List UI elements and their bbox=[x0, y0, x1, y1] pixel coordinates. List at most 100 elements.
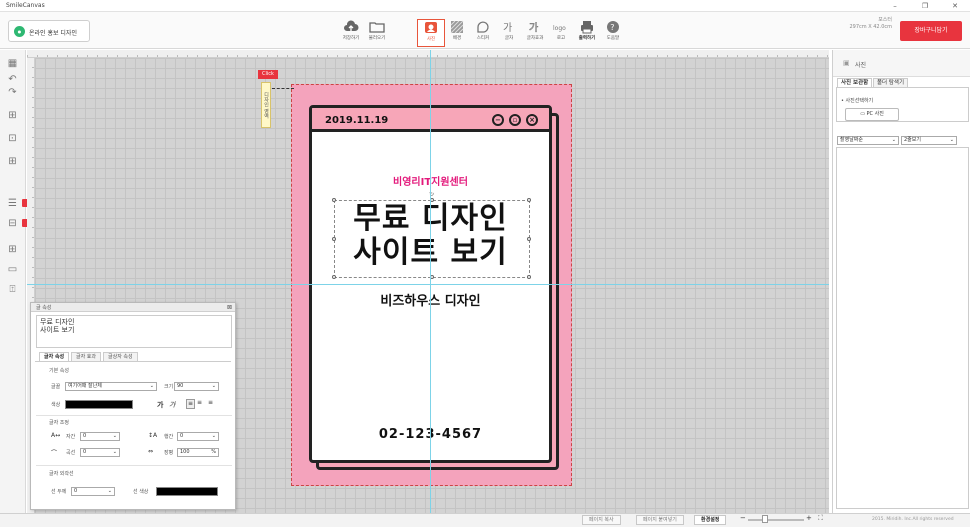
ratio-value: 100 bbox=[180, 449, 190, 455]
guide-line-horizontal[interactable] bbox=[27, 284, 829, 285]
photo-label: 사진 bbox=[426, 37, 436, 42]
help-icon: ? bbox=[607, 21, 619, 33]
tool-photo[interactable]: 사진 bbox=[417, 19, 445, 47]
line-height-stepper[interactable]: 0 ⌄ bbox=[177, 432, 219, 441]
text-color-swatch[interactable] bbox=[65, 400, 133, 409]
zoom-in-button[interactable]: + bbox=[806, 514, 812, 522]
section-outline: 글자 외곽선 bbox=[49, 471, 74, 477]
sticker-icon bbox=[477, 21, 489, 33]
redo-icon[interactable]: ↷ bbox=[5, 87, 20, 99]
resize-handle[interactable] bbox=[527, 237, 531, 241]
choose-photo-label: • 사진선택하기 bbox=[841, 98, 874, 104]
letter-spacing-icon: A↔ bbox=[51, 432, 61, 439]
italic-button[interactable]: 가 bbox=[169, 400, 175, 410]
size-select[interactable]: 90 ⌄ bbox=[174, 382, 219, 391]
zoom-out-button[interactable]: − bbox=[740, 514, 746, 522]
pc-photo-button[interactable]: ▭ PC 사진 bbox=[845, 108, 899, 121]
add-to-cart-button[interactable]: 장바구니담기 bbox=[900, 21, 962, 41]
tool-background[interactable]: 배경 bbox=[443, 19, 471, 47]
right-panel: ▣ 사진 사진 보관함 폴더 탐색기 • 사진선택하기 ▭ PC 사진 촬영날짜… bbox=[832, 50, 970, 513]
minimize-icon[interactable]: – bbox=[880, 0, 910, 12]
resize-handle[interactable] bbox=[527, 275, 531, 279]
pc-photo-label: PC 사진 bbox=[866, 111, 884, 117]
arrange-icon[interactable]: ⊟ bbox=[5, 218, 20, 230]
zoom-slider-track[interactable] bbox=[748, 519, 804, 521]
text-effect-label: 글자효과 bbox=[526, 36, 544, 41]
tool-text-effect[interactable]: 가 글자효과 bbox=[521, 19, 549, 47]
upload-icon[interactable]: ⍐ bbox=[5, 284, 20, 296]
spacing-stepper[interactable]: 0 ⌄ bbox=[80, 432, 120, 441]
paste-page-button[interactable]: 페이지 붙여넣기 bbox=[636, 515, 684, 525]
font-select[interactable]: 여기어때 잘난체 ⌄ bbox=[65, 382, 157, 391]
right-panel-header: ▣ 사진 bbox=[833, 50, 970, 77]
tab-divider bbox=[35, 361, 231, 362]
ruler-horizontal[interactable] bbox=[27, 50, 829, 58]
resize-handle[interactable] bbox=[527, 198, 531, 202]
folder-icon bbox=[369, 22, 385, 33]
selection-box[interactable]: ↻ bbox=[332, 191, 531, 279]
copy-page-button[interactable]: 페이지 복사 bbox=[582, 515, 621, 525]
sort-select[interactable]: 촬영날짜순 ⌄ bbox=[837, 136, 899, 145]
pointer-dash-line bbox=[272, 88, 294, 89]
divider bbox=[36, 465, 232, 466]
close-icon[interactable]: ✕ bbox=[940, 0, 970, 12]
align-left-icon[interactable]: ≡ bbox=[186, 399, 195, 409]
align-icon[interactable]: ☰ bbox=[5, 198, 20, 210]
open-button[interactable]: 불러오기 bbox=[363, 19, 391, 47]
font-label: 글꼴 bbox=[51, 384, 61, 390]
sort-value: 촬영날짜순 bbox=[840, 137, 864, 143]
copyright-text: 2015. Miridih. Inc.All rights reserved bbox=[872, 517, 954, 522]
poster-date[interactable]: 2019.11.19 bbox=[325, 115, 388, 126]
outline-width-value: 0 bbox=[74, 488, 78, 494]
help-button[interactable]: ? 도움말 bbox=[599, 19, 627, 47]
spacing-value: 0 bbox=[83, 433, 87, 439]
guide-line-vertical[interactable] bbox=[430, 50, 431, 513]
add-page-icon[interactable]: ⊞ bbox=[5, 110, 20, 122]
undo-icon[interactable]: ↶ bbox=[5, 74, 20, 86]
outline-width-stepper[interactable]: 0 ⌄ bbox=[71, 487, 115, 496]
product-size: 297cm X 42.0cm bbox=[849, 24, 892, 30]
svg-text:가: 가 bbox=[503, 22, 512, 34]
photo-icon: ▣ bbox=[843, 59, 850, 67]
click-tag[interactable]: Click bbox=[258, 70, 278, 79]
panel-title: 글 속성 bbox=[36, 305, 52, 311]
bold-button[interactable]: 가 bbox=[157, 400, 163, 410]
design-category-button[interactable]: ● 온라인 홍보 디자인 bbox=[8, 20, 90, 42]
resize-handle[interactable] bbox=[332, 275, 336, 279]
view-select[interactable]: 2줄보기 ⌄ bbox=[901, 136, 957, 145]
fit-screen-icon[interactable]: ⛶ bbox=[818, 514, 823, 523]
spacing-label: 자간 bbox=[66, 434, 76, 440]
layer-icon[interactable]: ▭ bbox=[5, 264, 20, 276]
layout-icon[interactable]: ⊞ bbox=[5, 244, 20, 256]
tool-text[interactable]: 가 글자 bbox=[495, 19, 523, 47]
save-label: 저장하기 bbox=[342, 36, 360, 41]
chevron-down-icon: ⌄ bbox=[112, 449, 117, 455]
settings-button[interactable]: 환경설정 bbox=[694, 515, 727, 525]
open-label: 불러오기 bbox=[368, 36, 386, 41]
resize-handle[interactable] bbox=[332, 237, 336, 241]
grid-toggle-icon[interactable]: ▦ bbox=[5, 58, 20, 70]
photo-list[interactable] bbox=[836, 147, 969, 509]
panel-header[interactable]: 글 속성 ⊠ bbox=[31, 303, 235, 312]
table-icon[interactable]: ⊞ bbox=[5, 156, 20, 168]
resize-handle[interactable] bbox=[332, 198, 336, 202]
app-root: SmileCanvas – ❐ ✕ ● 온라인 홍보 디자인 저장하기 불러오기… bbox=[0, 0, 970, 527]
save-button[interactable]: 저장하기 bbox=[337, 19, 365, 47]
restore-icon[interactable]: ❐ bbox=[910, 0, 940, 12]
tool-sticker[interactable]: 스티커 bbox=[469, 19, 497, 47]
close-icon[interactable]: ⊠ bbox=[227, 304, 232, 311]
zoom-slider-handle[interactable] bbox=[762, 515, 768, 523]
curve-stepper[interactable]: 0 ⌄ bbox=[80, 448, 120, 457]
align-right-icon[interactable]: ≡ bbox=[208, 399, 213, 406]
tool-logo[interactable]: logo 로고 bbox=[547, 19, 575, 47]
print-button[interactable]: 출력하기 bbox=[573, 19, 601, 47]
ratio-stepper[interactable]: 100 % bbox=[177, 448, 219, 457]
outline-color-swatch[interactable] bbox=[156, 487, 218, 496]
align-center-icon[interactable]: ≡ bbox=[197, 399, 202, 406]
curve-label: 곡선 bbox=[66, 450, 76, 456]
window-close-icon: × bbox=[526, 114, 538, 126]
line-label: 행간 bbox=[164, 434, 174, 440]
text-content-field[interactable]: 무료 디자인 사이트 보기 bbox=[36, 315, 232, 348]
outline-color-label: 선 색상 bbox=[133, 489, 149, 495]
add-photo-frame-icon[interactable]: ⊡ bbox=[5, 133, 20, 145]
